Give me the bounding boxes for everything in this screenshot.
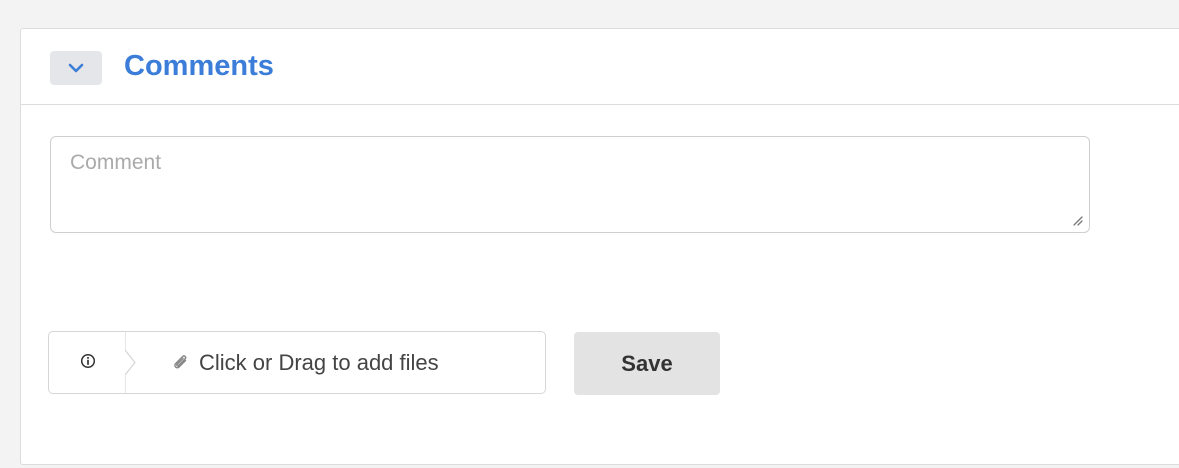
info-icon — [80, 353, 96, 372]
page: Comments Comment Click or Drag to add fi… — [0, 0, 1179, 468]
dropzone-label: Click or Drag to add files — [199, 349, 439, 375]
collapse-toggle-button[interactable] — [50, 51, 102, 85]
chevron-separator-icon — [124, 332, 139, 393]
comment-input[interactable] — [50, 136, 1090, 233]
resize-grip-icon[interactable] — [1070, 213, 1084, 227]
info-button[interactable] — [49, 332, 127, 393]
paperclip-icon — [171, 353, 191, 373]
file-dropzone[interactable]: Click or Drag to add files — [139, 332, 539, 393]
file-upload-control: Click or Drag to add files — [48, 331, 546, 394]
comments-panel: Comments Comment Click or Drag to add fi… — [20, 28, 1179, 465]
panel-title: Comments — [124, 50, 274, 82]
comments-panel-header: Comments — [21, 29, 1179, 105]
save-button[interactable]: Save — [574, 332, 720, 395]
chevron-down-icon — [67, 62, 85, 74]
